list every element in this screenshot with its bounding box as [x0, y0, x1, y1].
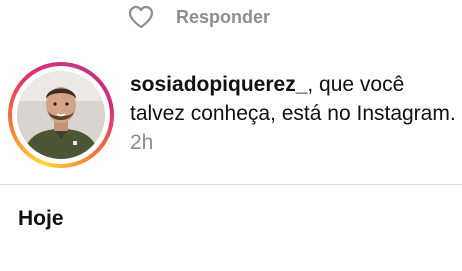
username-link[interactable]: sosiadopiquerez_: [130, 73, 307, 96]
notification-text: sosiadopiquerez_, que você talvez conheç…: [130, 70, 460, 157]
story-ring[interactable]: [8, 62, 114, 168]
avatar[interactable]: [17, 71, 105, 159]
section-heading-today: Hoje: [18, 207, 64, 230]
timestamp: 2h: [130, 131, 154, 154]
reply-button[interactable]: Responder: [176, 7, 270, 28]
notifications-page: Responder sosiadopiquerez_, que você tal…: [0, 0, 462, 271]
avatar-frame: [12, 66, 110, 164]
heart-icon[interactable]: [128, 5, 154, 29]
section-divider: [0, 184, 462, 185]
suggested-user-notification[interactable]: sosiadopiquerez_, que você talvez conheç…: [8, 62, 462, 172]
comment-actions: Responder: [128, 2, 270, 32]
